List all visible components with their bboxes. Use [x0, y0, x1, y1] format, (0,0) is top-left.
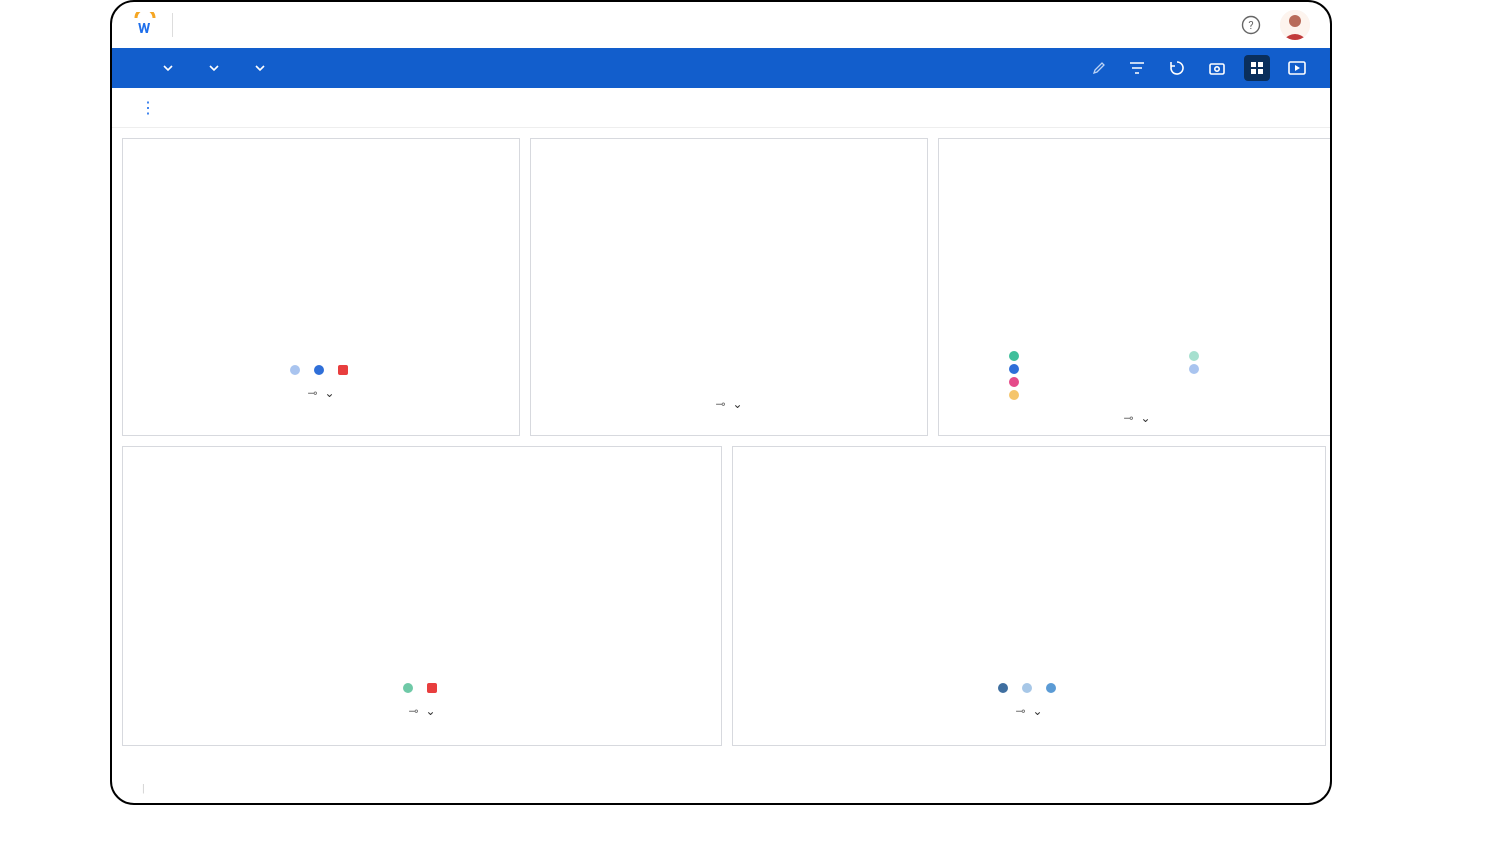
card-ebitda: ⊸ ⌄	[530, 138, 928, 436]
card-range-selector[interactable]: ⊸ ⌄	[531, 391, 927, 419]
filter-icon[interactable]	[1124, 55, 1150, 81]
opex-chart-area	[939, 147, 1332, 347]
opex-legend	[939, 347, 1332, 405]
workday-logo[interactable]: W	[132, 12, 158, 38]
tab-strip: ⋮	[112, 88, 1330, 128]
edit-button[interactable]	[1092, 61, 1110, 75]
filter-currency[interactable]	[242, 62, 266, 74]
chevron-down-icon	[208, 62, 220, 74]
filter-level[interactable]	[196, 62, 220, 74]
chevron-down-icon: ⌄	[324, 386, 334, 400]
card-title	[939, 139, 1332, 147]
filter-bar	[112, 48, 1330, 88]
card-fte: ⊸ ⌄	[122, 446, 722, 746]
user-avatar[interactable]	[1280, 10, 1310, 40]
chevron-down-icon: ⌄	[1032, 704, 1042, 718]
ebitda-gauge	[531, 147, 929, 387]
marketing-legend	[123, 361, 519, 380]
card-marketing-expense: ⊸ ⌄	[122, 138, 520, 436]
cashflow-legend	[733, 679, 1325, 698]
chevron-down-icon	[254, 62, 266, 74]
chevron-down-icon: ⌄	[425, 704, 435, 718]
divider	[172, 13, 173, 37]
chevron-down-icon: ⌄	[1140, 411, 1150, 425]
card-cash-flow: ⊸ ⌄	[732, 446, 1326, 746]
card-title	[531, 139, 927, 147]
svg-text:W: W	[138, 21, 151, 37]
tab-menu-icon[interactable]: ⋮	[140, 98, 156, 117]
refresh-icon[interactable]	[1164, 55, 1190, 81]
topbar: W ?	[112, 2, 1330, 48]
dashboard-grid: ⊸ ⌄ ⊸ ⌄	[112, 128, 1330, 748]
footer: |	[112, 773, 1330, 803]
card-operating-expenses: ⊸ ⌄	[938, 138, 1332, 436]
help-icon[interactable]: ?	[1240, 14, 1262, 36]
svg-text:?: ?	[1248, 19, 1253, 32]
grid-view-icon[interactable]	[1244, 55, 1270, 81]
card-range-selector[interactable]: ⊸ ⌄	[939, 405, 1332, 433]
card-range-selector[interactable]: ⊸ ⌄	[123, 380, 519, 408]
marketing-chart	[123, 147, 521, 357]
present-icon[interactable]	[1284, 55, 1310, 81]
snapshot-icon[interactable]	[1204, 55, 1230, 81]
app-frame: W ?	[110, 0, 1332, 805]
cashflow-chart	[733, 455, 1327, 675]
card-range-selector[interactable]: ⊸ ⌄	[733, 698, 1325, 726]
card-title	[733, 447, 1325, 455]
card-title	[123, 447, 721, 455]
card-range-selector[interactable]: ⊸ ⌄	[123, 698, 721, 726]
fte-chart	[123, 455, 723, 675]
card-title	[123, 139, 519, 147]
chevron-down-icon	[162, 62, 174, 74]
filter-time[interactable]	[150, 62, 174, 74]
fte-legend	[123, 679, 721, 698]
chevron-down-icon: ⌄	[732, 397, 742, 411]
opex-donut	[939, 147, 1332, 347]
